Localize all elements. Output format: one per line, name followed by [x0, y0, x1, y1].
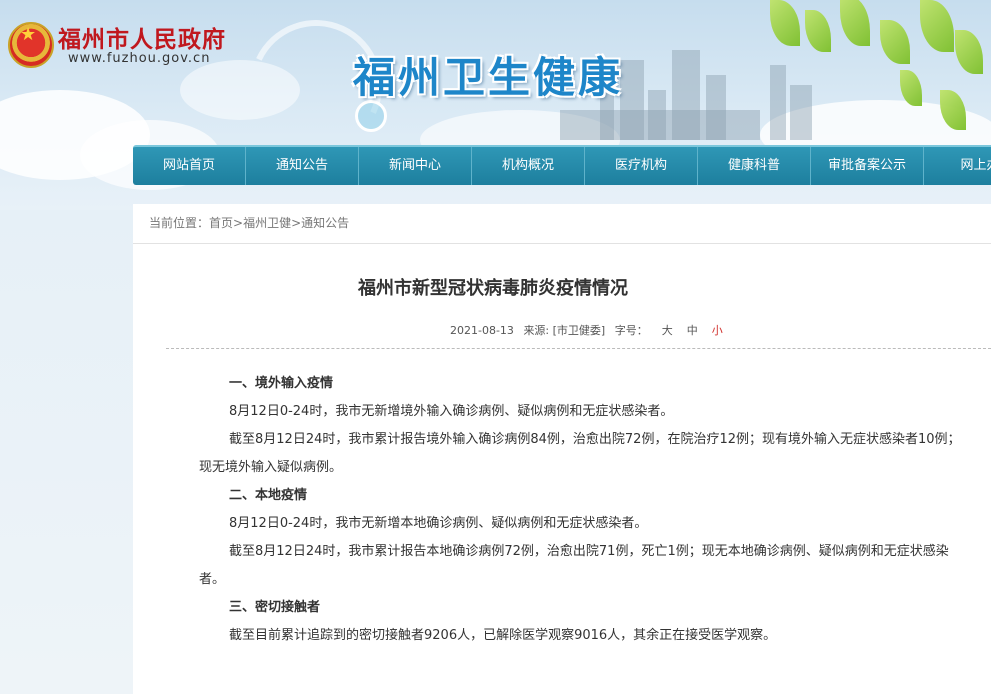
breadcrumb-separator: >	[233, 216, 244, 230]
leaf-decoration	[840, 0, 870, 46]
main-nav: 网站首页 通知公告 新闻中心 机构概况 医疗机构 健康科普 审批备案公示 网上办	[133, 145, 991, 185]
leaf-decoration	[770, 0, 800, 46]
article-source: 来源: [市卫健委]	[523, 324, 606, 337]
paragraph: 8月12日0-24时，我市无新增本地确诊病例、疑似病例和无症状感染者。	[229, 516, 648, 531]
nav-item-online[interactable]: 网上办	[924, 147, 991, 185]
leaf-decoration	[920, 0, 954, 52]
paragraph: 截至8月12日24时，我市累计报告本地确诊病例72例，治愈出院71例，死亡1例；…	[199, 544, 949, 587]
nav-item-medical[interactable]: 医疗机构	[585, 147, 698, 185]
article-meta: 2021-08-13 来源: [市卫健委] 字号： 大 中 小	[450, 322, 729, 338]
nav-item-news[interactable]: 新闻中心	[359, 147, 472, 185]
building-decoration	[790, 85, 812, 140]
font-size-medium-button[interactable]: 中	[687, 324, 698, 337]
nav-item-approval[interactable]: 审批备案公示	[811, 147, 924, 185]
breadcrumb-home[interactable]: 首页	[209, 216, 233, 230]
section-heading: 二、本地疫情	[229, 488, 308, 503]
gov-site-url[interactable]: www.fuzhou.gov.cn	[68, 51, 210, 66]
divider	[133, 243, 991, 244]
bridge-decoration	[560, 110, 760, 140]
nav-item-health[interactable]: 健康科普	[698, 147, 811, 185]
breadcrumb-prefix: 当前位置：	[149, 216, 210, 230]
font-size-small-button[interactable]: 小	[712, 324, 723, 337]
article-title: 福州市新型冠状病毒肺炎疫情情况	[358, 278, 628, 299]
dashed-divider	[166, 348, 991, 349]
nav-item-about[interactable]: 机构概况	[472, 147, 585, 185]
article-date: 2021-08-13	[450, 324, 514, 337]
font-size-large-button[interactable]: 大	[662, 324, 673, 337]
article-body: 一、境外输入疫情 8月12日0-24时，我市无新增境外输入确诊病例、疑似病例和无…	[199, 370, 969, 650]
paragraph: 截至8月12日24时，我市累计报告境外输入确诊病例84例，治愈出院72例，在院治…	[199, 432, 961, 475]
breadcrumb-separator: >	[291, 216, 302, 230]
breadcrumb-fuzhou-health[interactable]: 福州卫健	[243, 216, 291, 230]
leaf-decoration	[955, 30, 983, 74]
gov-site-title[interactable]: 福州市人民政府	[58, 20, 226, 54]
section-heading: 一、境外输入疫情	[229, 376, 334, 391]
leaf-decoration	[880, 20, 910, 64]
breadcrumb: 当前位置：首页>福州卫健>通知公告	[149, 214, 349, 231]
nav-item-home[interactable]: 网站首页	[133, 147, 246, 185]
font-size-label: 字号：	[614, 324, 648, 337]
nav-item-notices[interactable]: 通知公告	[246, 147, 359, 185]
paragraph: 截至目前累计追踪到的密切接触者9206人，已解除医学观察9016人，其余正在接受…	[229, 628, 777, 643]
content-panel: 当前位置：首页>福州卫健>通知公告 福州市新型冠状病毒肺炎疫情情况 2021-0…	[133, 204, 991, 694]
site-title[interactable]: 福州卫生健康	[353, 44, 623, 105]
leaf-decoration	[805, 10, 831, 52]
section-heading: 三、密切接触者	[229, 600, 321, 615]
paragraph: 8月12日0-24时，我市无新增境外输入确诊病例、疑似病例和无症状感染者。	[229, 404, 674, 419]
building-decoration	[770, 65, 786, 140]
breadcrumb-notices[interactable]: 通知公告	[301, 216, 349, 230]
star-icon: ★	[20, 24, 37, 45]
